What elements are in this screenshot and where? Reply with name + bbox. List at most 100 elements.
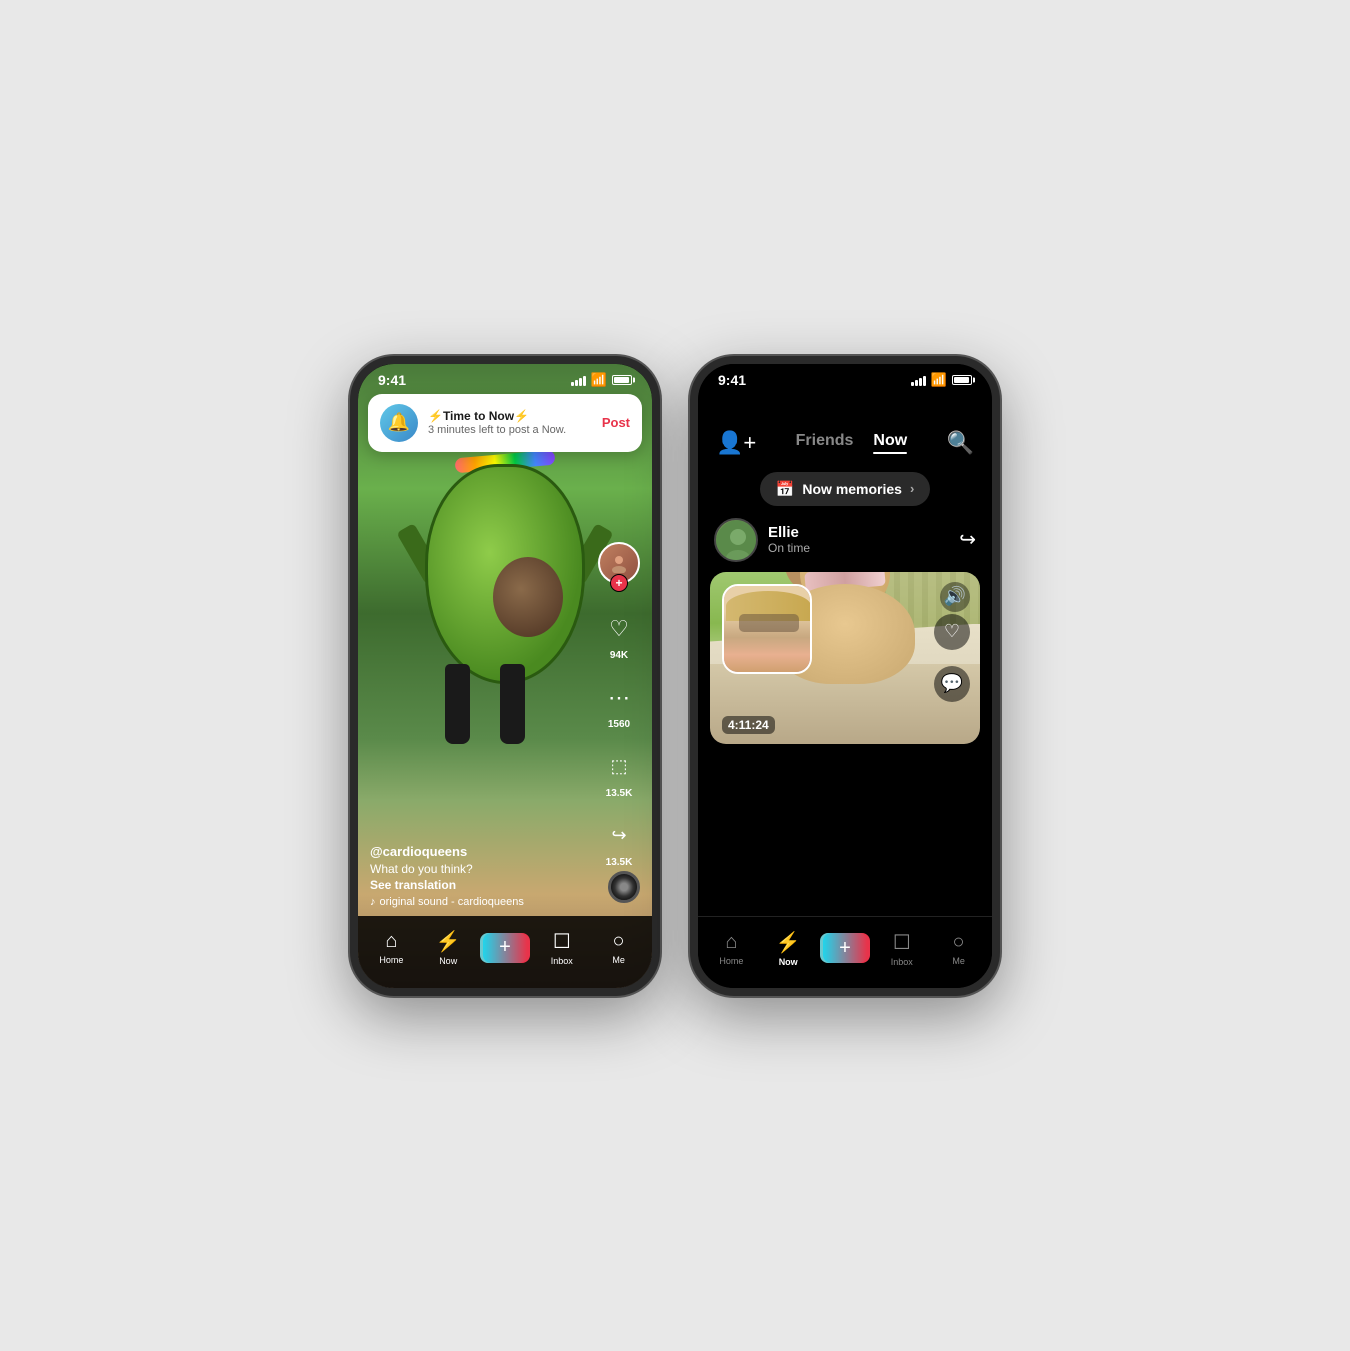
feed-actions: + ♡ 94K ⋯ 1560 ⬚ 13.5K ↪ 13.5K bbox=[598, 542, 640, 868]
share-now-button[interactable]: ↪ bbox=[959, 527, 976, 552]
nav-now-phone2[interactable]: ⚡ Now bbox=[760, 930, 817, 967]
feed-caption: What do you think? bbox=[370, 862, 582, 876]
share-button[interactable]: ↪ 13.5K bbox=[600, 817, 638, 868]
see-translation[interactable]: See translation bbox=[370, 878, 582, 892]
notification-banner[interactable]: 🔔 ⚡Time to Now⚡ 3 minutes left to post a… bbox=[368, 394, 642, 452]
wifi-icon-phone2: 📶 bbox=[931, 372, 947, 388]
bookmark-button[interactable]: ⬚ 13.5K bbox=[600, 748, 638, 799]
memories-label: Now memories bbox=[802, 481, 902, 497]
notification-icon: 🔔 bbox=[380, 404, 418, 442]
nav-create-phone1[interactable]: + bbox=[477, 933, 534, 963]
now-label-phone1: Now bbox=[439, 956, 457, 966]
status-bar-phone2: 9:41 📶 bbox=[698, 364, 992, 392]
phone-2: 9:41 📶 bbox=[690, 356, 1000, 996]
nav-me-phone1[interactable]: ○ Me bbox=[590, 930, 647, 965]
bookmark-icon: ⬚ bbox=[600, 748, 638, 786]
username: Ellie bbox=[768, 524, 810, 541]
nav-me-phone2[interactable]: ○ Me bbox=[930, 931, 987, 966]
avocado-figure bbox=[405, 444, 605, 784]
now-label-phone2: Now bbox=[779, 957, 798, 967]
phone-1: 9:41 📶 🔔 ⚡Ti bbox=[350, 356, 660, 996]
add-friend-icon[interactable]: 👤+ bbox=[716, 430, 756, 456]
home-icon-phone2: ⌂ bbox=[725, 931, 737, 954]
time-phone1: 9:41 bbox=[378, 372, 406, 388]
heart-icon: ♡ bbox=[600, 610, 638, 648]
like-button[interactable]: ♡ 94K bbox=[600, 610, 638, 661]
post-timer: 4:11:24 bbox=[722, 716, 775, 734]
create-plus-icon-phone1: + bbox=[499, 936, 511, 959]
nav-inbox-phone1[interactable]: ☐ Inbox bbox=[533, 929, 590, 966]
calendar-icon: 📅 bbox=[776, 480, 795, 498]
battery-icon-phone2 bbox=[952, 375, 972, 385]
share-icon: ↪ bbox=[600, 817, 638, 855]
time-phone2: 9:41 bbox=[718, 372, 746, 388]
music-disc[interactable] bbox=[608, 871, 640, 903]
like-count: 94K bbox=[610, 650, 628, 661]
me-icon-phone1: ○ bbox=[613, 930, 625, 953]
sound-icon[interactable]: 🔊 bbox=[940, 582, 970, 612]
comment-icon: ⋯ bbox=[600, 679, 638, 717]
inbox-icon-phone1: ☐ bbox=[553, 929, 571, 954]
tab-now[interactable]: Now bbox=[873, 432, 907, 454]
status-bar-phone1: 9:41 📶 bbox=[358, 364, 652, 392]
comment-count: 1560 bbox=[608, 719, 630, 730]
nav-home-phone1[interactable]: ⌂ Home bbox=[363, 930, 420, 965]
now-icon-phone1: ⚡ bbox=[436, 929, 461, 954]
inbox-label-phone1: Inbox bbox=[551, 956, 573, 966]
phones-container: 9:41 📶 🔔 ⚡Ti bbox=[350, 356, 1000, 996]
comment-button[interactable]: ⋯ 1560 bbox=[600, 679, 638, 730]
now-screen: 9:41 📶 bbox=[698, 364, 992, 988]
nav-create-phone2[interactable]: + bbox=[817, 933, 874, 963]
create-button-phone2[interactable]: + bbox=[823, 933, 867, 963]
notification-title: ⚡Time to Now⚡ bbox=[428, 409, 592, 423]
create-plus-icon-phone2: + bbox=[839, 937, 851, 960]
now-header: 👤+ Friends Now 🔍 bbox=[698, 392, 992, 466]
follow-plus[interactable]: + bbox=[610, 574, 628, 592]
selfie-overlay bbox=[722, 584, 812, 674]
now-icon-phone2: ⚡ bbox=[776, 930, 801, 955]
tab-friends[interactable]: Friends bbox=[796, 432, 854, 454]
header-tabs: Friends Now bbox=[796, 432, 908, 454]
me-label-phone1: Me bbox=[612, 955, 625, 965]
notification-action[interactable]: Post bbox=[602, 415, 630, 430]
inbox-label-phone2: Inbox bbox=[891, 957, 913, 967]
now-memories-button[interactable]: 📅 Now memories › bbox=[760, 472, 931, 506]
nav-inbox-phone2[interactable]: ☐ Inbox bbox=[873, 930, 930, 967]
creator-avatar-stack[interactable]: + bbox=[598, 542, 640, 592]
spacer bbox=[698, 744, 992, 916]
user-info: Ellie On time bbox=[768, 524, 810, 555]
feed-sound[interactable]: ♪ original sound - cardioqueens bbox=[370, 896, 582, 908]
nav-home-phone2[interactable]: ⌂ Home bbox=[703, 931, 760, 966]
battery-icon-phone1 bbox=[612, 375, 632, 385]
feed-username[interactable]: @cardioqueens bbox=[370, 844, 582, 859]
post-user-area: Ellie On time ↪ bbox=[698, 518, 992, 572]
home-label-phone2: Home bbox=[719, 956, 743, 966]
feed-info: @cardioqueens What do you think? See tra… bbox=[370, 844, 582, 908]
chevron-right-icon: › bbox=[910, 481, 914, 496]
inbox-icon-phone2: ☐ bbox=[893, 930, 911, 955]
memories-btn-wrapper: 📅 Now memories › bbox=[698, 466, 992, 518]
user-avatar-now[interactable] bbox=[714, 518, 758, 562]
post-comment-button[interactable]: 💬 bbox=[934, 666, 970, 702]
bottom-nav-phone1: ⌂ Home ⚡ Now + ☐ Inbox ○ bbox=[358, 916, 652, 988]
sound-text: original sound - cardioqueens bbox=[380, 896, 524, 908]
post-actions: ♡ 💬 bbox=[934, 614, 970, 702]
status-icons-phone1: 📶 bbox=[571, 372, 632, 388]
notification-text: ⚡Time to Now⚡ 3 minutes left to post a N… bbox=[428, 409, 592, 436]
now-post-image[interactable]: 🔊 4:11:24 ♡ 💬 bbox=[710, 572, 980, 744]
nav-now-phone1[interactable]: ⚡ Now bbox=[420, 929, 477, 966]
selfie-person bbox=[724, 586, 810, 672]
bottom-nav-phone2: ⌂ Home ⚡ Now + ☐ Inbox bbox=[698, 916, 992, 988]
search-icon[interactable]: 🔍 bbox=[947, 430, 974, 456]
create-button-phone1[interactable]: + bbox=[483, 933, 527, 963]
notification-body: 3 minutes left to post a Now. bbox=[428, 424, 592, 436]
me-icon-phone2: ○ bbox=[953, 931, 965, 954]
music-note-icon: ♪ bbox=[370, 896, 376, 908]
post-like-button[interactable]: ♡ bbox=[934, 614, 970, 650]
home-label-phone1: Home bbox=[379, 955, 403, 965]
timing-badge: On time bbox=[768, 541, 810, 555]
home-icon-phone1: ⌂ bbox=[385, 930, 397, 953]
share-count: 13.5K bbox=[606, 857, 633, 868]
wifi-icon-phone1: 📶 bbox=[591, 372, 607, 388]
status-icons-phone2: 📶 bbox=[911, 372, 972, 388]
